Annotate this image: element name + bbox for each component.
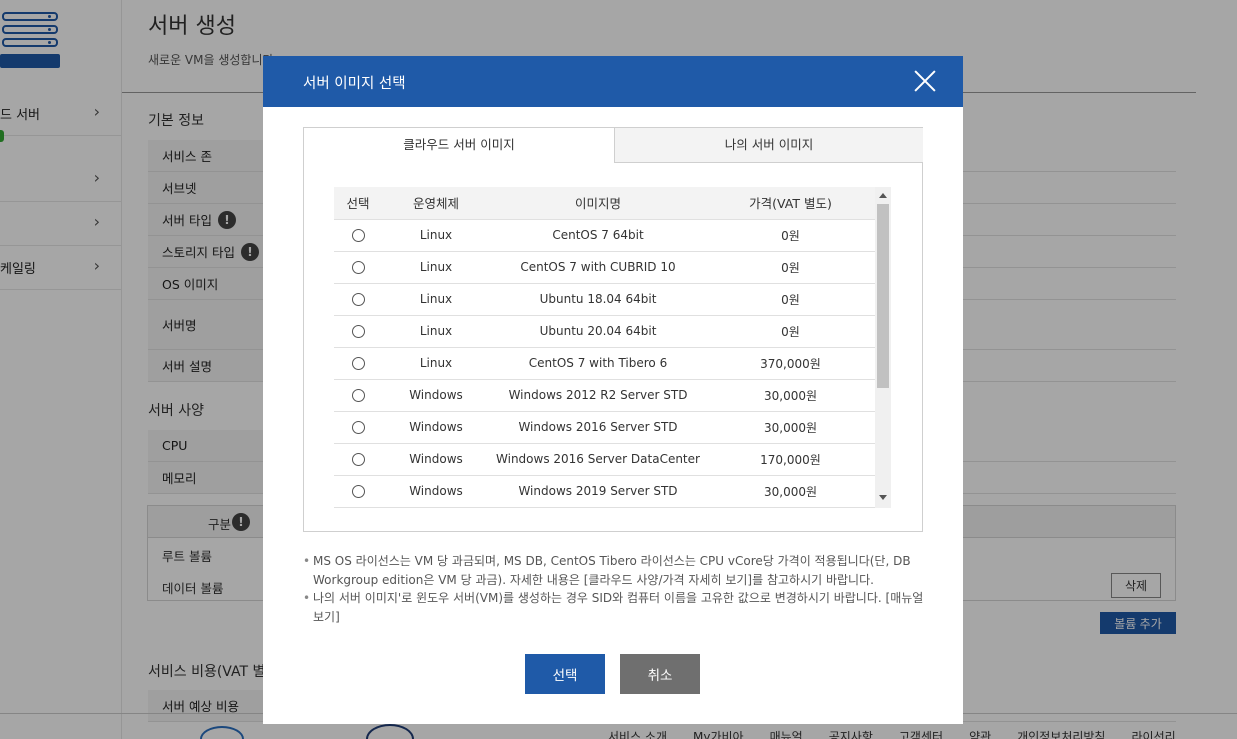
table-header-row: 선택 운영체제 이미지명 가격(VAT 별도): [334, 187, 875, 220]
table-row[interactable]: Windows Windows 2016 Server STD 30,000원: [334, 411, 875, 444]
modal-header: 서버 이미지 선택: [263, 56, 963, 107]
image-list: 선택 운영체제 이미지명 가격(VAT 별도) Linux CentOS 7 64…: [334, 187, 891, 508]
tab-my-server-image[interactable]: 나의 서버 이미지: [614, 128, 923, 163]
row-image-name: Ubuntu 18.04 64bit: [490, 283, 706, 316]
table-row[interactable]: Windows Windows 2012 R2 Server STD 30,000원: [334, 379, 875, 412]
table-row[interactable]: Windows Windows 2016 Server DataCenter 170…: [334, 443, 875, 476]
server-image-modal: 서버 이미지 선택 클라우드 서버 이미지 나의 서버 이미지 선택 운영체제 …: [263, 56, 963, 724]
row-image-name: CentOS 7 with CUBRID 10: [490, 251, 706, 284]
row-select-cell: [334, 475, 382, 508]
notes: MS OS 라이선스는 VM 당 과금되며, MS DB, CentOS Tib…: [303, 552, 933, 626]
image-table: 선택 운영체제 이미지명 가격(VAT 별도) Linux CentOS 7 64…: [334, 187, 875, 508]
table-row[interactable]: Linux CentOS 7 64bit 0원: [334, 219, 875, 252]
row-image-name: Ubuntu 20.04 64bit: [490, 315, 706, 348]
row-os: Windows: [382, 379, 490, 412]
row-price: 30,000원: [706, 379, 875, 412]
row-price: 370,000원: [706, 347, 875, 380]
image-radio[interactable]: [351, 325, 365, 338]
scroll-down-icon[interactable]: [879, 495, 887, 500]
row-select-cell: [334, 379, 382, 412]
image-tabs-panel: 클라우드 서버 이미지 나의 서버 이미지 선택 운영체제 이미지명 가격(VA…: [303, 127, 923, 532]
row-price: 30,000원: [706, 411, 875, 444]
row-price: 0원: [706, 283, 875, 316]
note-item: 나의 서버 이미지'로 윈도우 서버(VM)를 생성하는 경우 SID와 컴퓨터…: [303, 589, 933, 626]
column-header-select: 선택: [334, 187, 382, 220]
image-radio[interactable]: [351, 421, 365, 434]
table-row[interactable]: Linux CentOS 7 with Tibero 6 370,000원: [334, 347, 875, 380]
row-image-name: Windows 2019 Server STD: [490, 475, 706, 508]
image-radio[interactable]: [351, 485, 365, 498]
select-button[interactable]: 선택: [525, 654, 605, 694]
row-select-cell: [334, 251, 382, 284]
scrollbar-thumb[interactable]: [877, 204, 889, 388]
table-row[interactable]: Linux Ubuntu 18.04 64bit 0원: [334, 283, 875, 316]
row-image-name: Windows 2016 Server DataCenter: [490, 443, 706, 476]
row-price: 30,000원: [706, 475, 875, 508]
row-os: Windows: [382, 475, 490, 508]
column-header-price: 가격(VAT 별도): [706, 187, 875, 220]
image-radio[interactable]: [351, 389, 365, 402]
column-header-os: 운영체제: [382, 187, 490, 220]
row-image-name: Windows 2012 R2 Server STD: [490, 379, 706, 412]
row-image-name: Windows 2016 Server STD: [490, 411, 706, 444]
close-icon[interactable]: [913, 69, 937, 93]
row-image-name: CentOS 7 with Tibero 6: [490, 347, 706, 380]
modal-title: 서버 이미지 선택: [303, 76, 406, 92]
row-os: Linux: [382, 347, 490, 380]
scroll-up-icon[interactable]: [879, 193, 887, 198]
row-select-cell: [334, 443, 382, 476]
row-image-name: CentOS 7 64bit: [490, 219, 706, 252]
row-select-cell: [334, 347, 382, 380]
vertical-scrollbar[interactable]: [875, 187, 891, 508]
table-row[interactable]: Linux CentOS 7 with CUBRID 10 0원: [334, 251, 875, 284]
column-header-image-name: 이미지명: [490, 187, 706, 220]
row-os: Linux: [382, 219, 490, 252]
row-os: Windows: [382, 411, 490, 444]
row-select-cell: [334, 283, 382, 316]
image-radio[interactable]: [351, 357, 365, 370]
row-os: Linux: [382, 315, 490, 348]
row-select-cell: [334, 411, 382, 444]
table-body: Linux CentOS 7 64bit 0원 Linux CentOS 7 with …: [334, 219, 875, 508]
row-price: 0원: [706, 315, 875, 348]
image-radio[interactable]: [351, 293, 365, 306]
row-select-cell: [334, 315, 382, 348]
tab-cloud-server-image[interactable]: 클라우드 서버 이미지: [304, 128, 614, 163]
row-os: Linux: [382, 283, 490, 316]
cancel-button[interactable]: 취소: [620, 654, 700, 694]
row-os: Windows: [382, 443, 490, 476]
image-radio[interactable]: [351, 229, 365, 242]
row-os: Linux: [382, 251, 490, 284]
note-item: MS OS 라이선스는 VM 당 과금되며, MS DB, CentOS Tib…: [303, 552, 933, 589]
row-price: 0원: [706, 219, 875, 252]
row-price: 170,000원: [706, 443, 875, 476]
table-row[interactable]: Windows Windows 2019 Server STD 30,000원: [334, 475, 875, 508]
row-select-cell: [334, 219, 382, 252]
row-price: 0원: [706, 251, 875, 284]
image-radio[interactable]: [351, 453, 365, 466]
table-row[interactable]: Linux Ubuntu 20.04 64bit 0원: [334, 315, 875, 348]
image-radio[interactable]: [351, 261, 365, 274]
